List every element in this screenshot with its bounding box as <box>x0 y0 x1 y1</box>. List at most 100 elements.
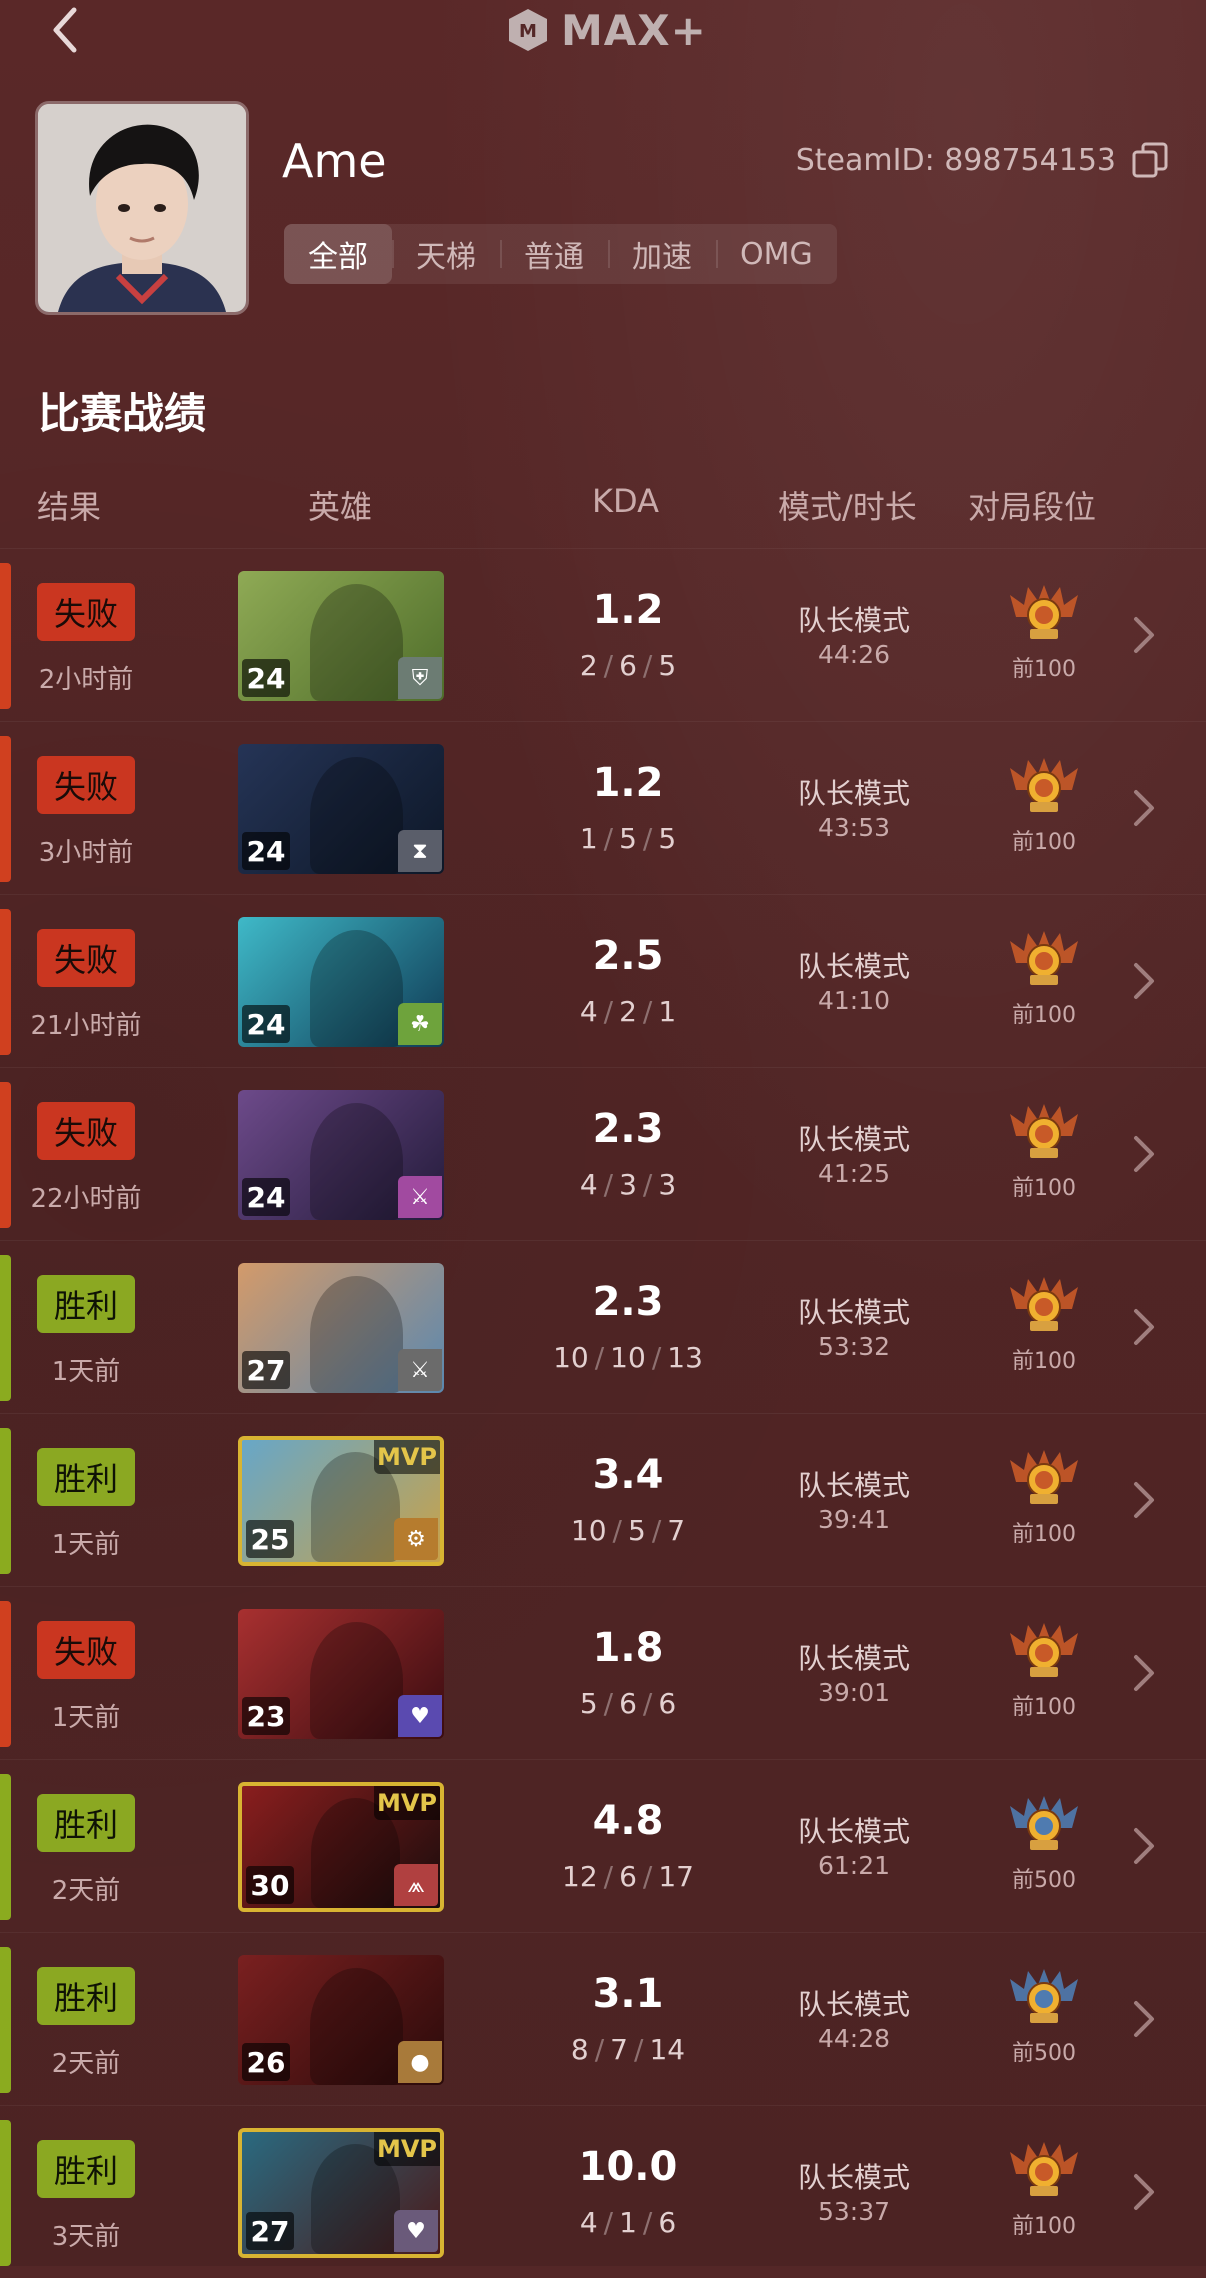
match-row[interactable]: 胜利 1天前 MVP 25 ⚙ 3.4 10/5/7 队长模式 39:41 前100 <box>0 1413 1206 1586</box>
deaths: 7 <box>610 2033 628 2066</box>
hero-portrait: 24 ⛨ <box>238 571 444 701</box>
column-header-kda: KDA <box>592 482 659 520</box>
column-header-result: 结果 <box>37 488 102 526</box>
kills: 4 <box>579 995 598 1028</box>
hero-portrait: MVP 25 ⚙ <box>238 1436 444 1566</box>
kda-ratio: 2.5 <box>592 933 664 979</box>
chevron-right-icon[interactable] <box>1130 784 1158 832</box>
result-badge: 失败 <box>37 929 135 987</box>
match-row[interactable]: 胜利 2天前 MVP 30 ⩕ 4.8 12/6/17 队长模式 61:21 前500 <box>0 1759 1206 1932</box>
assists: 7 <box>667 1514 686 1547</box>
mvp-badge: MVP <box>374 1786 440 1820</box>
game-mode: 队长模式 <box>797 604 910 637</box>
kda-separator: / <box>642 1168 653 1201</box>
hero-portrait: 27 ⚔ <box>238 1263 444 1393</box>
result-badge: 胜利 <box>37 2140 135 2198</box>
hero-level: 24 <box>242 1178 290 1216</box>
chevron-right-icon[interactable] <box>1130 2168 1158 2216</box>
chevron-right-icon[interactable] <box>1130 1303 1158 1351</box>
kda-detail: 10/5/7 <box>528 1514 728 1547</box>
hero-art <box>310 930 403 1047</box>
result-badge: 失败 <box>37 583 135 641</box>
tab-omg[interactable]: OMG <box>716 224 837 284</box>
match-time-ago: 3天前 <box>51 2222 121 2252</box>
rank-medal-icon <box>1010 1623 1078 1677</box>
match-duration: 39:01 <box>817 1678 891 1707</box>
kda-ratio: 2.3 <box>592 1106 664 1152</box>
kills: 10 <box>553 1341 589 1374</box>
assists: 5 <box>658 649 677 682</box>
hero-portrait: MVP 30 ⩕ <box>238 1782 444 1912</box>
copy-icon[interactable] <box>1130 140 1170 180</box>
rank-medal-icon <box>1010 931 1078 985</box>
rank-label: 前100 <box>1012 1695 1076 1720</box>
match-row[interactable]: 失败 1天前 23 ♥ 1.8 5/6/6 队长模式 39:01 前100 <box>0 1586 1206 1759</box>
tab-normal[interactable]: 普通 <box>500 224 608 284</box>
kda-detail: 12/6/17 <box>528 1860 728 1893</box>
kda-separator: / <box>603 995 614 1028</box>
game-mode: 队长模式 <box>797 1469 910 1502</box>
deaths: 5 <box>619 822 637 855</box>
rank-label: 前100 <box>1012 657 1076 682</box>
assists: 5 <box>658 822 677 855</box>
chevron-right-icon[interactable] <box>1130 1995 1158 2043</box>
match-duration: 39:41 <box>817 1505 891 1534</box>
rank-label: 前500 <box>1012 2041 1076 2066</box>
game-mode: 队长模式 <box>797 777 910 810</box>
kda-separator: / <box>651 1514 662 1547</box>
kda-ratio: 1.2 <box>592 587 664 633</box>
chevron-right-icon[interactable] <box>1130 1822 1158 1870</box>
deaths: 2 <box>619 995 637 1028</box>
section-title: 比赛战绩 <box>38 389 207 438</box>
tab-turbo[interactable]: 加速 <box>608 224 716 284</box>
rank-label: 前100 <box>1012 830 1076 855</box>
chevron-right-icon[interactable] <box>1130 1130 1158 1178</box>
shield-icon: ⛨ <box>398 657 442 699</box>
kda-separator: / <box>642 822 653 855</box>
match-duration: 61:21 <box>817 1851 891 1880</box>
assists: 13 <box>667 1341 703 1374</box>
match-list: 失败 2小时前 24 ⛨ 1.2 2/6/5 队长模式 44:26 前100 失败 3小时前 24 ⧗ 1… <box>0 548 1206 2278</box>
kda-separator: / <box>603 1860 614 1893</box>
column-header-mode: 模式/时长 <box>778 488 917 526</box>
rank-medal-icon <box>1010 2142 1078 2196</box>
deaths: 3 <box>619 1168 637 1201</box>
hero-art <box>310 1622 403 1739</box>
chevron-right-icon[interactable] <box>1130 957 1158 1005</box>
kda-separator: / <box>603 649 614 682</box>
deaths: 6 <box>619 1687 637 1720</box>
match-row[interactable]: 失败 2小时前 24 ⛨ 1.2 2/6/5 队长模式 44:26 前100 <box>0 548 1206 721</box>
match-row[interactable]: 胜利 3天前 MVP 27 ♥ 10.0 4/1/6 队长模式 53:37 前100 <box>0 2105 1206 2278</box>
deaths: 5 <box>627 1514 646 1547</box>
rank-medal-icon <box>1010 1796 1078 1850</box>
game-mode: 队长模式 <box>797 950 910 983</box>
hero-level: 27 <box>246 2212 294 2250</box>
tab-ladder[interactable]: 天梯 <box>392 224 500 284</box>
logo-text: MAX+ <box>561 5 707 55</box>
hero-portrait: 23 ♥ <box>238 1609 444 1739</box>
chevron-right-icon[interactable] <box>1130 1649 1158 1697</box>
match-time-ago: 3小时前 <box>38 838 134 868</box>
match-row[interactable]: 胜利 2天前 26 ● 3.1 8/7/14 队长模式 44:28 前500 <box>0 1932 1206 2105</box>
hero-art <box>310 1103 403 1220</box>
chevron-right-icon[interactable] <box>1130 611 1158 659</box>
back-button[interactable] <box>40 2 96 58</box>
hero-level: 30 <box>246 1866 294 1904</box>
rank-medal-icon <box>1010 1104 1078 1158</box>
result-badge: 胜利 <box>37 1794 135 1852</box>
match-row[interactable]: 失败 21小时前 24 ☘ 2.5 4/2/1 队长模式 41:10 前100 <box>0 894 1206 1067</box>
match-row[interactable]: 失败 3小时前 24 ⧗ 1.2 1/5/5 队长模式 43:53 前100 <box>0 721 1206 894</box>
chevron-right-icon[interactable] <box>1130 1476 1158 1524</box>
top-bar: M MAX+ <box>0 0 1206 70</box>
kda-separator: / <box>642 995 653 1028</box>
heart-icon: ♥ <box>398 1695 442 1737</box>
dagger-icon: ⚔ <box>398 1176 442 1218</box>
hero-portrait: 24 ☘ <box>238 917 444 1047</box>
result-badge: 胜利 <box>37 1275 135 1333</box>
rank-label: 前100 <box>1012 1522 1076 1547</box>
match-row[interactable]: 胜利 1天前 27 ⚔ 2.3 10/10/13 队长模式 53:32 前100 <box>0 1240 1206 1413</box>
hero-level: 24 <box>242 832 290 870</box>
tab-all[interactable]: 全部 <box>284 224 392 284</box>
match-row[interactable]: 失败 22小时前 24 ⚔ 2.3 4/3/3 队长模式 41:25 前100 <box>0 1067 1206 1240</box>
match-duration: 41:25 <box>817 1159 891 1188</box>
